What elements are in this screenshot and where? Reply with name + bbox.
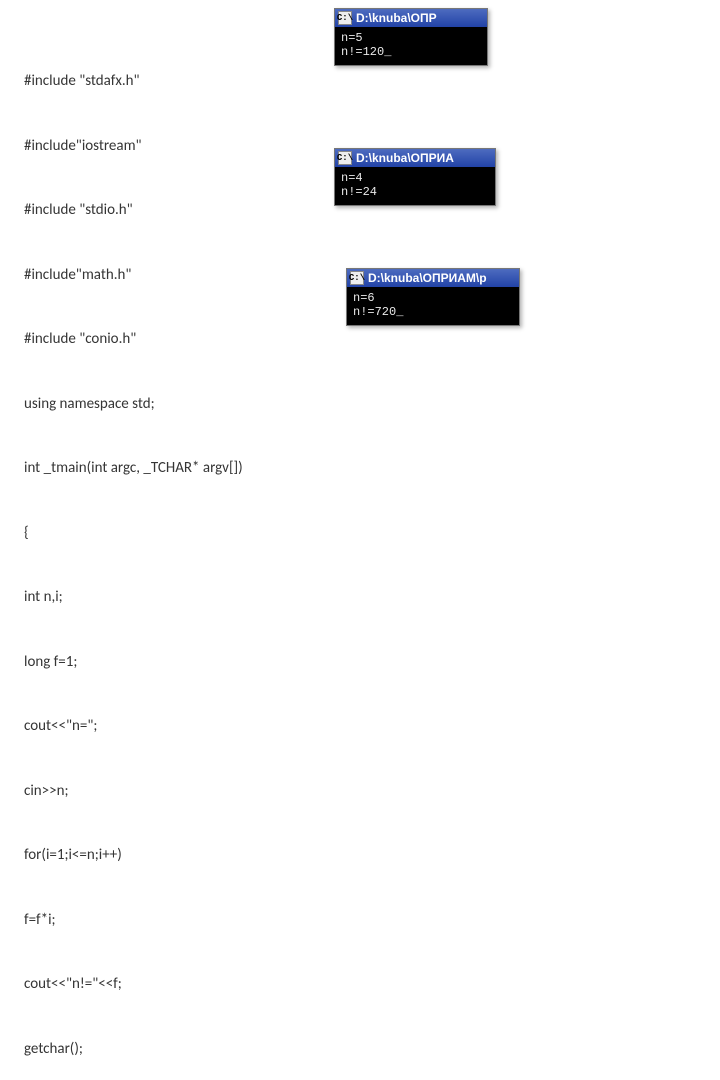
code-line: cout<<"n!="<<f; bbox=[24, 974, 243, 996]
code-line: { bbox=[24, 523, 243, 545]
terminal-icon: C:\ bbox=[350, 271, 364, 285]
code-line: long f=1; bbox=[24, 652, 243, 674]
code-line: #include"iostream" bbox=[24, 136, 243, 158]
console-window-2: C:\ D:\knuba\ОПРИА n=4 n!=24 bbox=[334, 148, 496, 206]
code-line: using namespace std; bbox=[24, 394, 243, 416]
console-output: n=6 n!=720_ bbox=[347, 287, 519, 325]
console-window-3: C:\ D:\knuba\ОПРИАМ\р n=6 n!=720_ bbox=[346, 268, 520, 326]
code-line: #include "stdio.h" bbox=[24, 200, 243, 222]
code-line: int n,i; bbox=[24, 587, 243, 609]
console-title-text: D:\knuba\ОПРИАМ\р bbox=[368, 269, 487, 287]
console-title-bar: C:\ D:\knuba\ОПРИАМ\р bbox=[347, 269, 519, 287]
terminal-icon: C:\ bbox=[338, 11, 352, 25]
console-title-text: D:\knuba\ОПР bbox=[356, 9, 437, 27]
console-output: n=4 n!=24 bbox=[335, 167, 495, 205]
code-line: f=f*i; bbox=[24, 910, 243, 932]
source-code-block: #include "stdafx.h" #include"iostream" #… bbox=[24, 28, 243, 1080]
console-title-text: D:\knuba\ОПРИА bbox=[356, 149, 454, 167]
terminal-icon: C:\ bbox=[338, 151, 352, 165]
code-line: #include "conio.h" bbox=[24, 329, 243, 351]
code-line: #include "stdafx.h" bbox=[24, 71, 243, 93]
code-line: getchar(); bbox=[24, 1039, 243, 1061]
code-line: #include"math.h" bbox=[24, 265, 243, 287]
console-window-1: C:\ D:\knuba\ОПР n=5 n!=120_ bbox=[334, 8, 488, 66]
code-line: int _tmain(int argc, _TCHAR* argv[]) bbox=[24, 458, 243, 480]
code-line: cout<<"n="; bbox=[24, 716, 243, 738]
code-line: for(i=1;i<=n;i++) bbox=[24, 845, 243, 867]
console-output: n=5 n!=120_ bbox=[335, 27, 487, 65]
console-title-bar: C:\ D:\knuba\ОПР bbox=[335, 9, 487, 27]
code-line: cin>>n; bbox=[24, 781, 243, 803]
console-title-bar: C:\ D:\knuba\ОПРИА bbox=[335, 149, 495, 167]
